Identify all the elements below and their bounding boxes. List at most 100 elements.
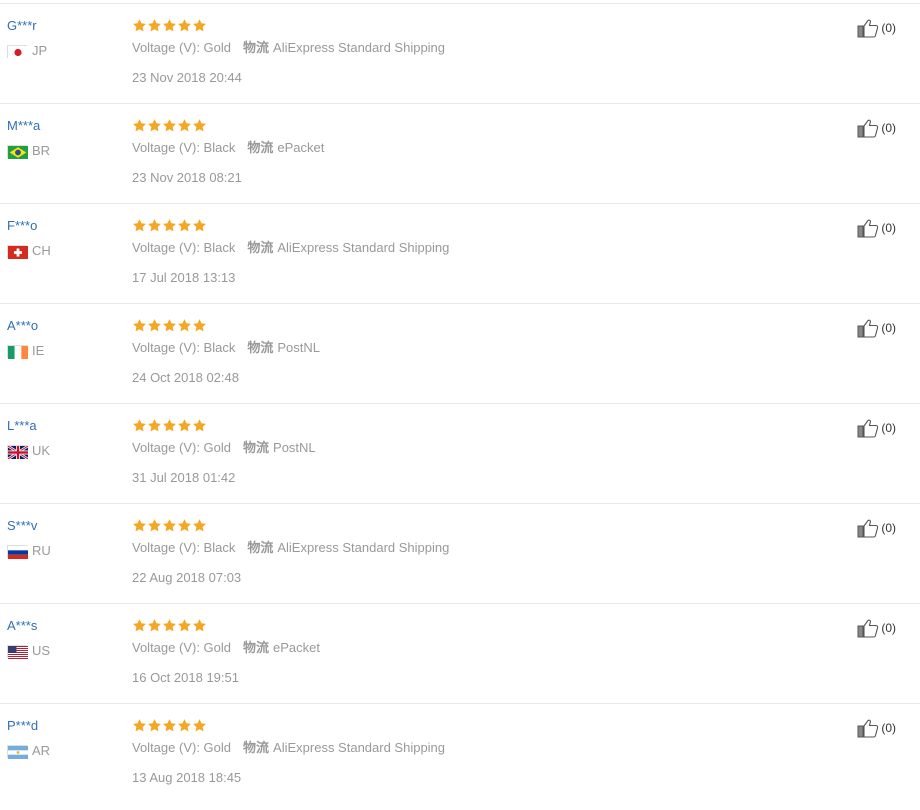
star-rating (132, 518, 812, 534)
ar-flag-icon (7, 744, 28, 759)
reviewer-name[interactable]: M***a (7, 118, 117, 134)
review-item: G***r JP Voltage (V): Gold 物流 AliExpress Sta… (0, 3, 920, 103)
helpful-button[interactable]: (0) (857, 518, 896, 538)
shipping-method: AliExpress Standard Shipping (277, 540, 450, 555)
attribute-value: Gold (203, 740, 232, 755)
star-icon (192, 18, 207, 33)
reviewer-name[interactable]: F***o (7, 218, 117, 234)
star-icon (162, 318, 177, 333)
attribute-value: Black (203, 540, 236, 555)
reviewer-info: M***a BR (7, 118, 117, 159)
helpful-button[interactable]: (0) (857, 118, 896, 138)
reviewer-info: S***v RU (7, 518, 117, 559)
review-date: 17 Jul 2018 13:13 (132, 270, 236, 285)
thumbs-up-icon[interactable] (857, 718, 879, 738)
shipping-method: PostNL (277, 340, 320, 355)
thumbs-up-icon[interactable] (857, 118, 879, 138)
star-icon (192, 318, 207, 333)
shipping-method: AliExpress Standard Shipping (277, 240, 450, 255)
review-body: Voltage (V): Gold 物流 AliExpress Standard S… (132, 718, 812, 786)
country-code: IE (32, 343, 45, 358)
helpful-count: (0) (881, 121, 896, 135)
thumbs-up-icon[interactable] (857, 618, 879, 638)
ru-flag-icon (7, 544, 28, 559)
review-body: Voltage (V): Black 物流 ePacket 23 Nov 2018 0… (132, 118, 812, 186)
review-body: Voltage (V): Gold 物流 ePacket 16 Oct 2018 19… (132, 618, 812, 686)
review-date: 23 Nov 2018 20:44 (132, 70, 242, 85)
helpful-button[interactable]: (0) (857, 18, 896, 38)
helpful-button[interactable]: (0) (857, 318, 896, 338)
reviewer-name[interactable]: A***o (7, 318, 117, 334)
star-icon (192, 118, 207, 133)
reviewer-info: F***o CH (7, 218, 117, 259)
star-icon (132, 318, 147, 333)
star-icon (132, 618, 147, 633)
star-icon (132, 218, 147, 233)
reviewer-info: G***r JP (7, 18, 117, 59)
star-icon (162, 18, 177, 33)
helpful-button[interactable]: (0) (857, 418, 896, 438)
star-icon (162, 718, 177, 733)
country-code: BR (32, 143, 51, 158)
star-icon (177, 218, 192, 233)
thumbs-up-icon[interactable] (857, 18, 879, 38)
reviewer-info: L***a UK (7, 418, 117, 460)
star-icon (147, 418, 162, 433)
reviewer-country: CH (7, 243, 117, 259)
review-date: 24 Oct 2018 02:48 (132, 370, 239, 385)
star-icon (147, 618, 162, 633)
reviewer-name[interactable]: G***r (7, 18, 117, 34)
reviewer-name[interactable]: A***s (7, 618, 117, 634)
reviewer-country: US (7, 644, 117, 659)
review-item: S***v RU Voltage (V): Black 物流 AliExpress St… (0, 503, 920, 603)
attribute-value: Black (203, 340, 236, 355)
reviewer-name[interactable]: P***d (7, 718, 117, 734)
star-icon (132, 718, 147, 733)
reviewer-country: RU (7, 544, 117, 559)
review-body: Voltage (V): Black 物流 AliExpress Standard … (132, 218, 812, 286)
star-icon (177, 418, 192, 433)
helpful-count: (0) (881, 421, 896, 435)
star-rating (132, 618, 812, 634)
thumbs-up-icon[interactable] (857, 218, 879, 238)
star-rating (132, 218, 812, 234)
br-flag-icon (7, 144, 28, 159)
shipping-method: AliExpress Standard Shipping (273, 40, 446, 55)
shipping-label: 物流 (243, 740, 270, 755)
helpful-button[interactable]: (0) (857, 618, 896, 638)
order-info: Voltage (V): Black 物流 PostNL (132, 340, 812, 356)
attribute-value: Gold (203, 640, 232, 655)
attribute-value: Gold (203, 440, 232, 455)
star-icon (162, 118, 177, 133)
star-icon (162, 418, 177, 433)
star-icon (132, 518, 147, 533)
order-info: Voltage (V): Black 物流 AliExpress Standard … (132, 240, 812, 256)
shipping-method: PostNL (273, 440, 316, 455)
reviewer-name[interactable]: L***a (7, 418, 117, 434)
attribute-label: Voltage (V): (132, 340, 204, 355)
star-icon (192, 418, 207, 433)
order-info: Voltage (V): Gold 物流 AliExpress Standard S… (132, 740, 812, 756)
helpful-button[interactable]: (0) (857, 218, 896, 238)
star-rating (132, 118, 812, 134)
reviewer-name[interactable]: S***v (7, 518, 117, 534)
ch-flag-icon (7, 244, 28, 259)
shipping-label: 物流 (247, 540, 274, 555)
helpful-button[interactable]: (0) (857, 718, 896, 738)
shipping-method: AliExpress Standard Shipping (273, 740, 446, 755)
country-code: AR (32, 743, 51, 758)
attribute-value: Black (203, 240, 236, 255)
country-code: CH (32, 243, 51, 258)
star-rating (132, 718, 812, 734)
helpful-count: (0) (881, 321, 896, 335)
shipping-label: 物流 (243, 40, 270, 55)
review-item: L***a UK Voltage (V): Gold 物流 PostNL 31 Jul 2… (0, 403, 920, 503)
country-code: UK (32, 443, 51, 458)
thumbs-up-icon[interactable] (857, 318, 879, 338)
thumbs-up-icon[interactable] (857, 418, 879, 438)
reviewer-country: BR (7, 143, 117, 159)
thumbs-up-icon[interactable] (857, 518, 879, 538)
reviewer-country: JP (7, 44, 117, 59)
star-icon (177, 118, 192, 133)
star-icon (147, 518, 162, 533)
